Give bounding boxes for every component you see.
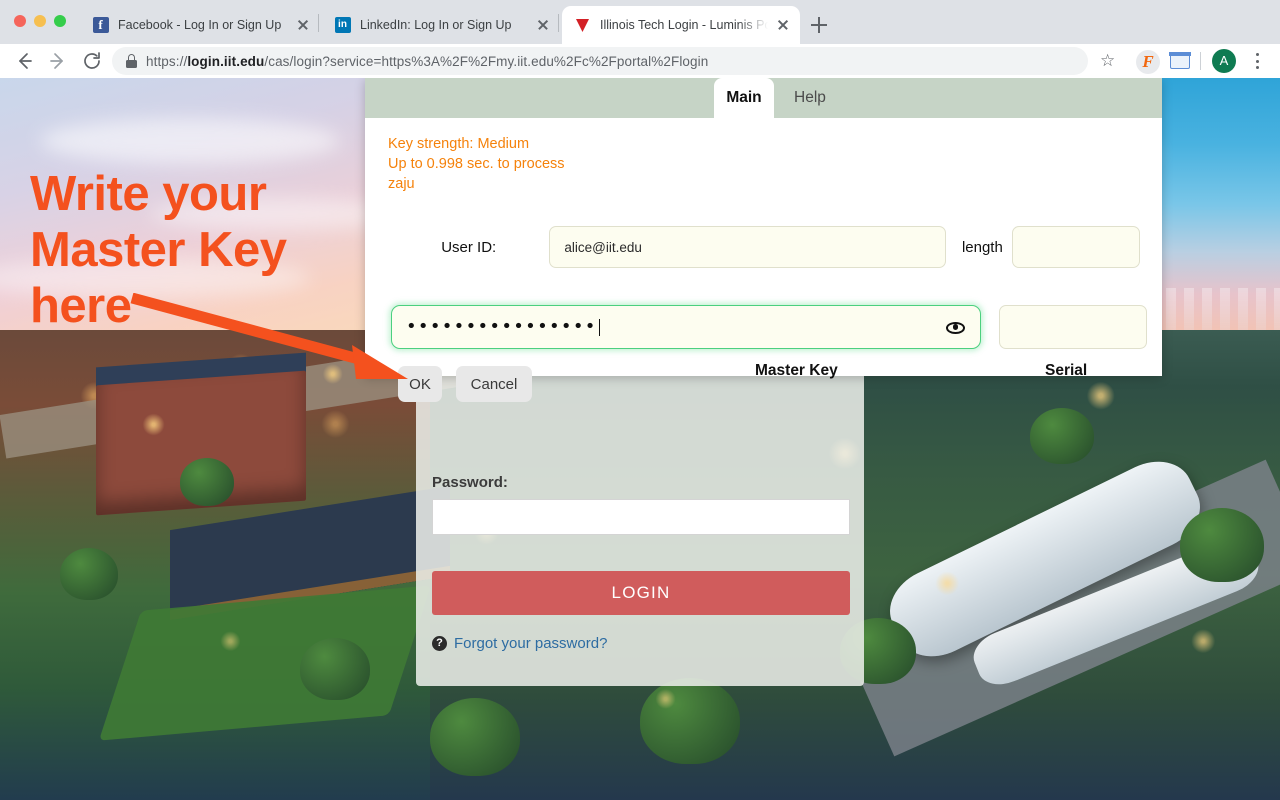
master-key-field-wrapper: ••••••••••••••••	[391, 305, 981, 349]
length-input[interactable]	[1011, 226, 1140, 268]
profile-avatar[interactable]: A	[1212, 49, 1236, 73]
key-strength-info: Key strength: Medium Up to 0.998 sec. to…	[388, 134, 565, 194]
cas-login-card: Password: LOGIN ? Forgot your password?	[416, 368, 864, 686]
eye-pupil	[952, 324, 959, 330]
tree	[180, 458, 234, 506]
dialog-body: Key strength: Medium Up to 0.998 sec. to…	[365, 118, 1162, 402]
cloud	[40, 118, 340, 164]
address-bar[interactable]: https://login.iit.edu/cas/login?service=…	[112, 47, 1088, 75]
key-strength-line: Key strength: Medium	[388, 136, 530, 152]
tree	[300, 638, 370, 700]
lock-icon	[126, 54, 137, 68]
eye-icon[interactable]	[946, 318, 965, 337]
url-text: https://login.iit.edu/cas/login?service=…	[146, 54, 708, 69]
window-extension-icon[interactable]	[1169, 52, 1191, 69]
dialog-buttons: OK Cancel	[398, 366, 532, 402]
close-tab-icon[interactable]	[774, 16, 792, 34]
tab-separator	[318, 14, 319, 32]
browser-chrome: f Facebook - Log In or Sign Up in Linked…	[0, 0, 1280, 78]
tab-title: LinkedIn: Log In or Sign Up	[360, 18, 512, 32]
back-button[interactable]	[12, 49, 36, 73]
close-tab-icon[interactable]	[294, 16, 312, 34]
password-maker-extension-icon[interactable]: F	[1136, 50, 1160, 74]
maximize-window-button[interactable]	[54, 15, 66, 27]
question-mark-icon: ?	[432, 636, 447, 651]
toolbar-divider	[1200, 52, 1201, 70]
tab-strip: f Facebook - Log In or Sign Up in Linked…	[0, 0, 1280, 44]
text-caret	[598, 318, 601, 336]
close-window-button[interactable]	[14, 15, 26, 27]
userid-row: User ID: alice@iit.edu length	[388, 226, 1140, 268]
kebab-menu-icon[interactable]	[1248, 50, 1268, 72]
tab-facebook[interactable]: f Facebook - Log In or Sign Up	[80, 6, 320, 44]
close-tab-icon[interactable]	[534, 16, 552, 34]
minimize-window-button[interactable]	[34, 15, 46, 27]
serial-input[interactable]	[999, 305, 1147, 349]
master-key-input[interactable]: ••••••••••••••••	[391, 305, 981, 349]
password-maker-dialog: Main Help Key strength: Medium Up to 0.9…	[365, 78, 1162, 402]
login-button[interactable]: LOGIN	[432, 571, 850, 615]
new-tab-button[interactable]	[806, 12, 832, 38]
processing-time-line: Up to 0.998 sec. to process	[388, 156, 565, 172]
url-host: login.iit.edu	[187, 53, 265, 69]
dialog-tab-bar: Main Help	[365, 78, 1162, 118]
tab-separator	[558, 14, 559, 32]
url-path: /cas/login?service=https%3A%2F%2Fmy.iit.…	[264, 53, 709, 69]
tab-main[interactable]: Main	[714, 78, 774, 118]
browser-window: Password: LOGIN ? Forgot your password? …	[0, 0, 1280, 800]
tab-title: Illinois Tech Login - Luminis Po	[600, 18, 768, 32]
tree	[430, 698, 520, 776]
password-input[interactable]	[432, 499, 850, 535]
bookmark-star-icon[interactable]: ☆	[1100, 52, 1115, 70]
tab-linkedin[interactable]: in LinkedIn: Log In or Sign Up	[322, 6, 560, 44]
tab-title: Facebook - Log In or Sign Up	[118, 18, 282, 32]
cancel-button[interactable]: Cancel	[456, 366, 532, 402]
illinois-tech-icon	[574, 17, 591, 34]
generated-key-preview: zaju	[388, 176, 415, 192]
tree	[640, 678, 740, 764]
userid-label: User ID:	[441, 238, 497, 256]
browser-toolbar: https://login.iit.edu/cas/login?service=…	[0, 44, 1280, 78]
tab-help[interactable]: Help	[780, 78, 840, 118]
tree	[1180, 508, 1264, 582]
forgot-password-label: Forgot your password?	[454, 635, 608, 652]
url-scheme: https://	[146, 53, 188, 69]
forward-button[interactable]	[46, 49, 70, 73]
length-label: length	[961, 238, 1003, 256]
userid-input[interactable]: alice@iit.edu	[549, 226, 946, 268]
master-key-value: ••••••••••••••••	[406, 316, 597, 337]
master-key-header: Master Key	[755, 362, 838, 379]
serial-header: Serial	[1045, 362, 1088, 379]
tree	[1030, 408, 1094, 464]
forgot-password-link[interactable]: ? Forgot your password?	[432, 635, 848, 652]
facebook-icon: f	[92, 17, 109, 34]
linkedin-icon: in	[334, 17, 351, 34]
reload-button[interactable]	[80, 49, 104, 73]
window-controls	[14, 15, 66, 27]
tab-illinois-tech[interactable]: Illinois Tech Login - Luminis Po	[562, 6, 800, 44]
annotation-arrow-icon	[130, 293, 408, 379]
password-label: Password:	[432, 474, 508, 491]
tree	[60, 548, 118, 600]
